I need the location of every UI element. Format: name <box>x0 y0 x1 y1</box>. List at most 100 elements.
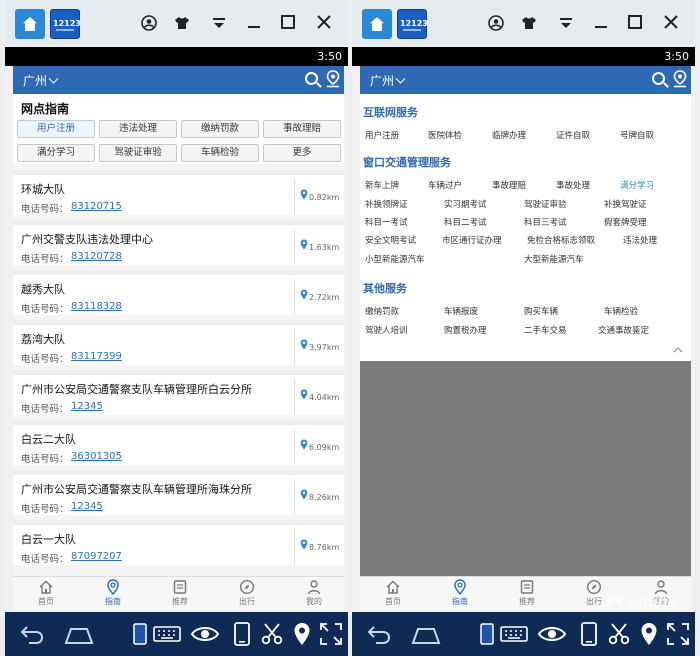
maximize-icon[interactable] <box>626 15 644 32</box>
fullscreen-icon[interactable] <box>318 621 344 647</box>
close-icon[interactable] <box>315 15 333 32</box>
service-item[interactable]: 事故理赔 <box>492 179 526 191</box>
phone-link[interactable]: 12345 <box>71 501 103 512</box>
service-item[interactable]: 实习期考试 <box>444 198 487 210</box>
outlet-entry[interactable]: 荔湾大队 电话号码： 83117399 3.97km <box>13 320 344 365</box>
category-button[interactable]: 满分学习 <box>17 144 95 162</box>
nav-home[interactable]: 首页 <box>21 579 71 607</box>
nav-travel[interactable]: 出行 <box>222 579 272 607</box>
service-item[interactable]: 缴纳罚款 <box>365 305 399 317</box>
service-item[interactable]: 市区通行证办理 <box>442 234 502 246</box>
nav-guide[interactable]: 指南 <box>88 579 138 607</box>
service-item[interactable]: 科目一考试 <box>365 216 408 228</box>
outlet-entry[interactable]: 环城大队 电话号码： 83120715 0.82km <box>13 170 344 215</box>
phone-icon[interactable] <box>576 621 602 647</box>
service-item[interactable]: 车辆报废 <box>444 305 478 317</box>
location-icon[interactable] <box>672 70 688 88</box>
nav-mine[interactable]: 我的 <box>289 579 339 607</box>
phone-link[interactable]: 12345 <box>71 401 103 412</box>
category-button[interactable]: 更多 <box>263 144 341 162</box>
nav-guide[interactable]: 指南 <box>435 579 485 607</box>
eye-icon[interactable] <box>190 621 220 647</box>
phone-link[interactable]: 83120715 <box>71 201 122 212</box>
search-icon[interactable] <box>305 72 318 85</box>
dropdown-menu-icon[interactable] <box>557 15 575 34</box>
user-circle-icon[interactable] <box>487 15 505 34</box>
service-item[interactable]: 交通事故鉴定 <box>598 324 649 336</box>
keyboard-icon[interactable] <box>152 621 182 647</box>
service-item[interactable]: 补换驾驶证 <box>604 198 647 210</box>
back-icon[interactable] <box>366 621 392 647</box>
service-item[interactable]: 二手车交易 <box>524 324 567 336</box>
scissors-icon[interactable] <box>259 621 285 647</box>
service-item[interactable]: 免检合格标志领取 <box>527 234 595 246</box>
scissors-icon[interactable] <box>606 621 632 647</box>
service-item[interactable]: 大型新能源汽车 <box>524 253 584 265</box>
fullscreen-icon[interactable] <box>665 621 691 647</box>
nav-recommend[interactable]: 推荐 <box>502 579 552 607</box>
service-item[interactable]: 驾驶人培训 <box>365 324 408 336</box>
dim-overlay[interactable] <box>360 361 691 577</box>
emulator-home-icon[interactable] <box>362 9 392 39</box>
category-button[interactable]: 缴纳罚款 <box>181 120 259 138</box>
close-icon[interactable] <box>662 15 680 32</box>
outlet-entry[interactable]: 越秀大队 电话号码： 83118328 2.72km <box>13 270 344 315</box>
outlet-entry[interactable]: 广州市公安局交通警察支队车辆管理所白云分所 电话号码： 12345 4.04km <box>13 370 344 415</box>
service-item[interactable]: 购买车辆 <box>524 305 558 317</box>
service-item[interactable]: 医院体检 <box>428 129 462 141</box>
service-item[interactable]: 证件自取 <box>556 129 590 141</box>
search-icon[interactable] <box>652 72 665 85</box>
city-selector[interactable]: 广州 <box>23 72 59 89</box>
service-item[interactable]: 科目三考试 <box>524 216 567 228</box>
minimize-icon[interactable] <box>592 15 610 32</box>
back-icon[interactable] <box>19 621 45 647</box>
service-item[interactable]: 小型新能源汽车 <box>365 253 425 265</box>
outlet-entry[interactable]: 白云二大队 电话号码： 36301305 6.09km <box>13 420 344 465</box>
phone-link[interactable]: 83120728 <box>71 251 122 262</box>
phone-icon[interactable] <box>229 621 255 647</box>
location-pin-icon[interactable] <box>289 621 315 647</box>
category-button[interactable]: 驾驶证审验 <box>99 144 177 162</box>
shirt-icon[interactable] <box>520 15 538 34</box>
service-item[interactable]: 车辆检验 <box>604 305 638 317</box>
city-selector[interactable]: 广州 <box>370 72 406 89</box>
category-button[interactable]: 用户注册 <box>17 120 95 138</box>
nav-home[interactable]: 首页 <box>368 579 418 607</box>
outlet-entry[interactable]: 广州市公安局交通警察支队车辆管理所海珠分所 电话号码： 12345 8.26km <box>13 470 344 515</box>
outlet-entry[interactable]: 白云一大队 电话号码： 87097207 8.76km <box>13 520 344 565</box>
outlet-entry[interactable]: 广州交警支队违法处理中心 电话号码： 83120728 1.63km <box>13 220 344 265</box>
chevron-up-icon[interactable] <box>673 346 683 354</box>
location-pin-icon[interactable] <box>636 621 662 647</box>
location-icon[interactable] <box>325 70 341 88</box>
service-item[interactable]: 事故处理 <box>556 179 590 191</box>
home-button-icon[interactable] <box>63 621 95 647</box>
category-button[interactable]: 车辆检验 <box>181 144 259 162</box>
service-item[interactable]: 用户注册 <box>365 129 399 141</box>
category-button[interactable]: 事故理赔 <box>263 120 341 138</box>
service-item[interactable]: 科目二考试 <box>444 216 487 228</box>
home-button-icon[interactable] <box>410 621 442 647</box>
rotate-screen-icon[interactable] <box>474 621 500 647</box>
shirt-icon[interactable] <box>173 15 191 34</box>
category-button[interactable]: 违法处理 <box>99 120 177 138</box>
service-item[interactable]: 新车上牌 <box>365 179 399 191</box>
service-item[interactable]: 安全文明考试 <box>365 234 416 246</box>
service-item[interactable]: 违法处理 <box>623 234 657 246</box>
service-item[interactable]: 满分学习 <box>620 179 654 191</box>
minimize-icon[interactable] <box>245 15 263 32</box>
emulator-home-icon[interactable] <box>15 9 45 39</box>
service-item[interactable]: 假套牌受理 <box>604 216 647 228</box>
user-circle-icon[interactable] <box>140 15 158 34</box>
app-12123-icon[interactable]: 12123 <box>397 9 428 39</box>
rotate-screen-icon[interactable] <box>127 621 153 647</box>
service-item[interactable]: 购置税办理 <box>444 324 487 336</box>
phone-link[interactable]: 87097207 <box>71 551 122 562</box>
phone-link[interactable]: 83118328 <box>71 301 122 312</box>
eye-icon[interactable] <box>537 621 567 647</box>
service-item[interactable]: 号牌自取 <box>620 129 654 141</box>
phone-link[interactable]: 83117399 <box>71 351 122 362</box>
app-12123-icon[interactable]: 12123 <box>50 9 81 39</box>
service-item[interactable]: 临牌办理 <box>492 129 526 141</box>
nav-recommend[interactable]: 推荐 <box>155 579 205 607</box>
phone-link[interactable]: 36301305 <box>71 451 122 462</box>
